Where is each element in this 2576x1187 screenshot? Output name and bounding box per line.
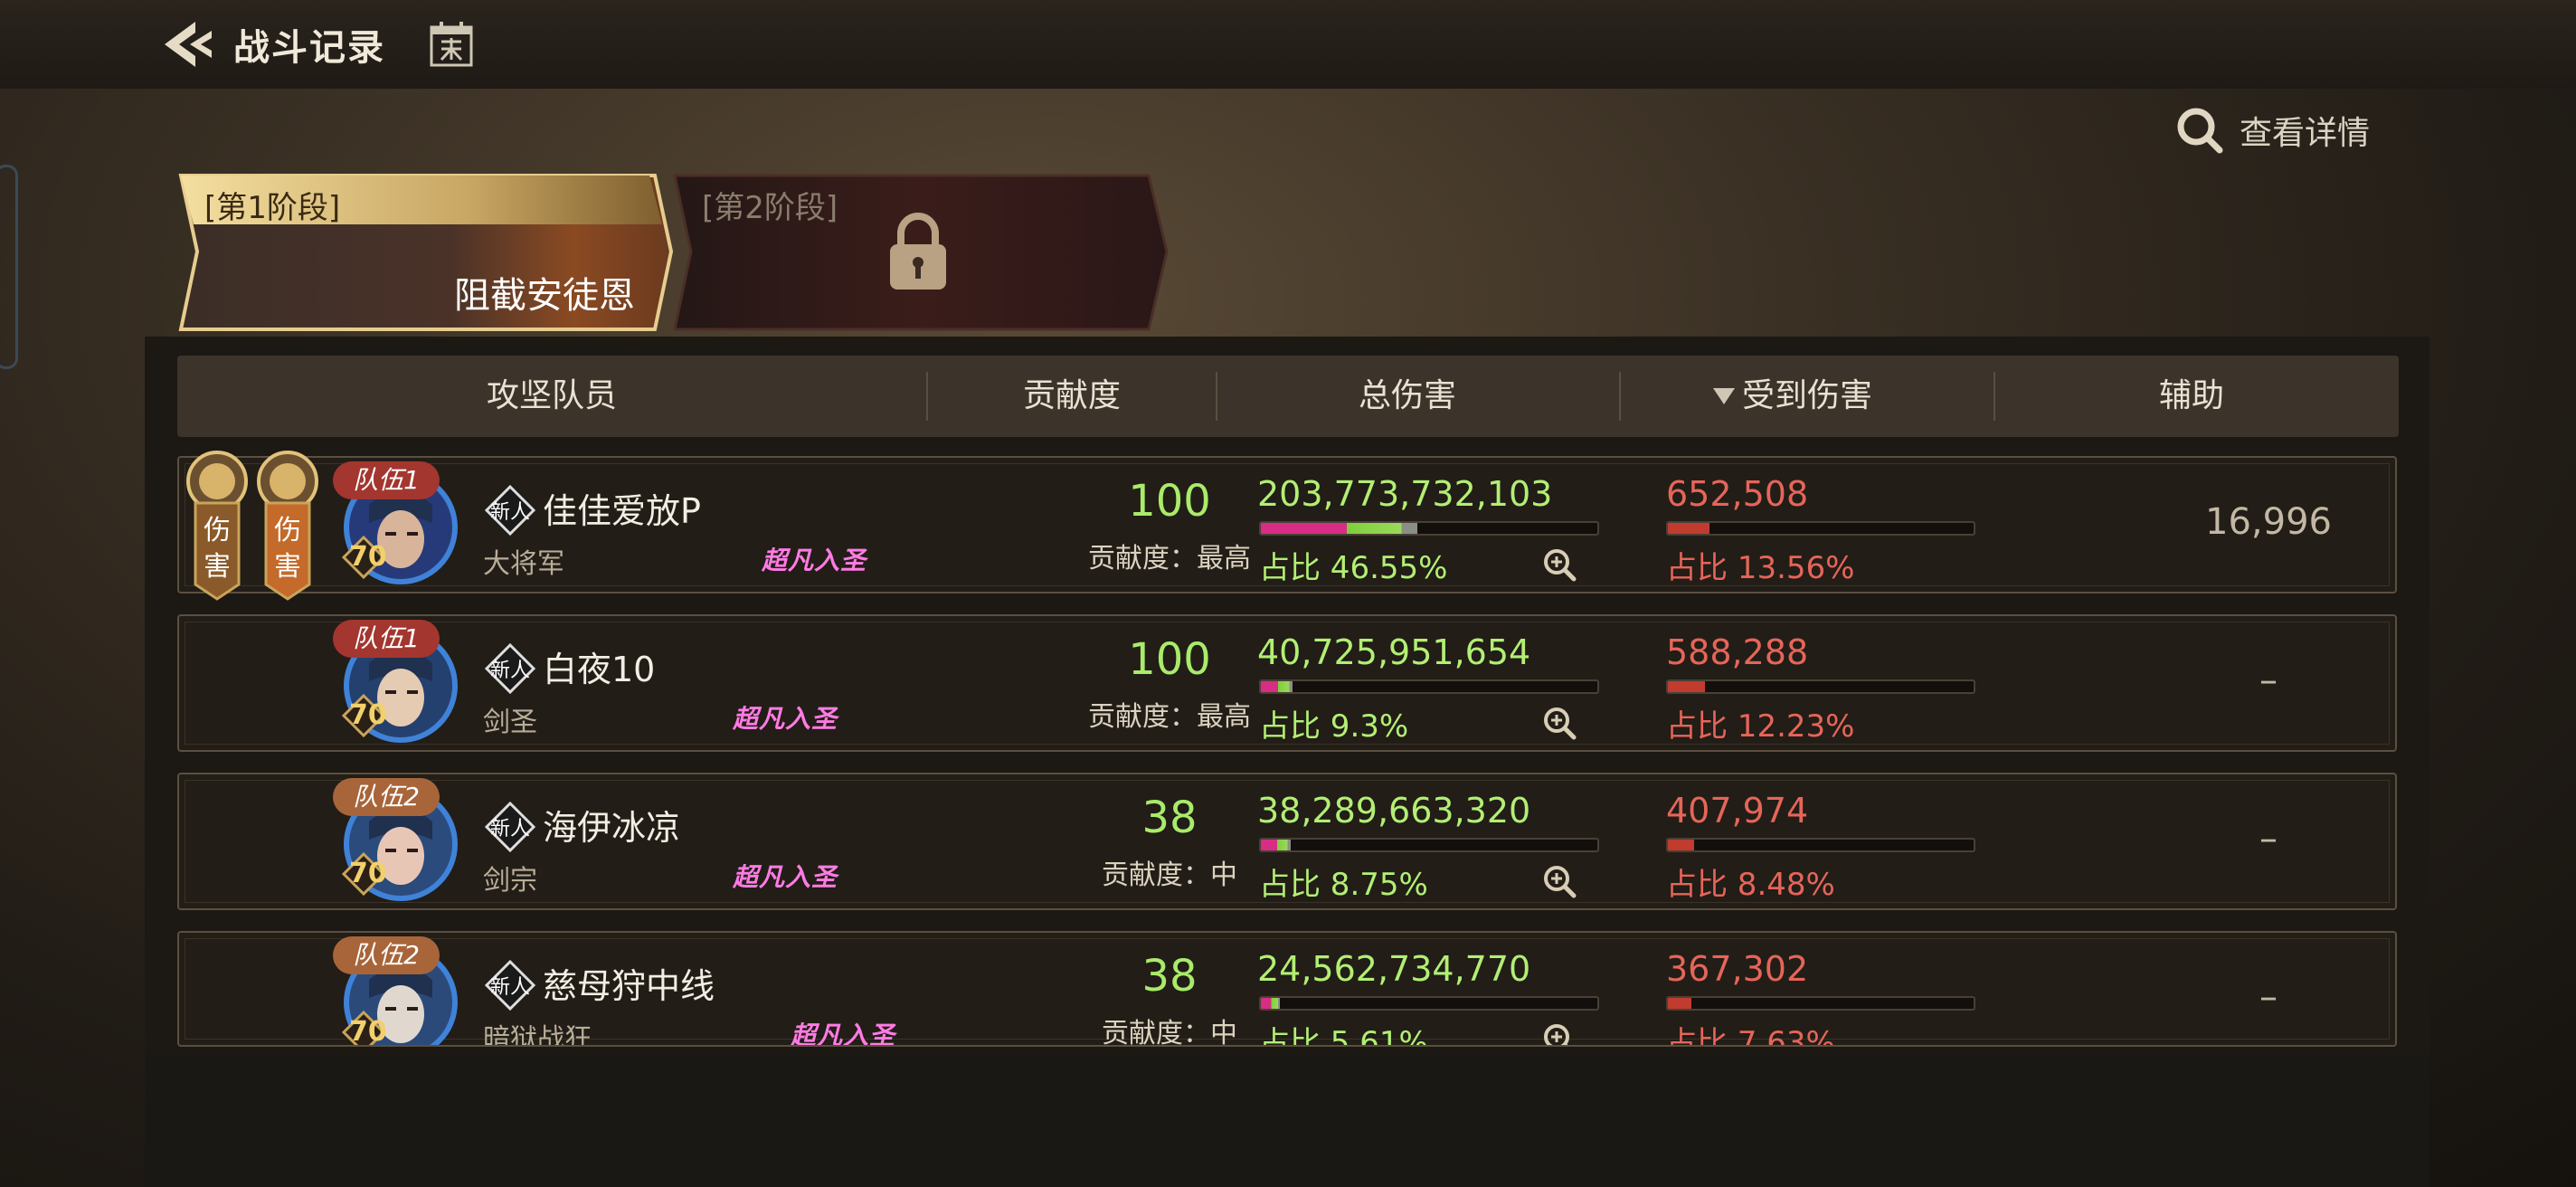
col-assist[interactable]: 辅助	[1995, 356, 2388, 437]
search-icon	[2177, 108, 2223, 154]
stage-1-label: [第1阶段]	[204, 190, 341, 226]
player-class: 剑圣	[483, 707, 537, 738]
side-panel-handle[interactable]	[0, 165, 18, 369]
table-row[interactable]: 队伍2 70 新人 海伊冰凉 剑宗 超凡入圣 38 贡献度：中 38,289,663,320…	[177, 773, 2397, 910]
table-row[interactable]: 队伍2 70 新人 慈母狩中线 暗狱战狂 超凡入圣 38 贡献度：中 24,562,734,…	[177, 931, 2397, 1047]
svg-text:新人: 新人	[490, 976, 530, 999]
damage-medal-icon: 伤 害	[186, 451, 248, 601]
tab-stage-1[interactable]: [第1阶段] 阻截安徒恩	[177, 172, 673, 333]
col-received-damage[interactable]: 受到伤害	[1621, 356, 1994, 437]
player-level: 70	[349, 699, 387, 731]
back-arrow-icon[interactable]	[159, 16, 217, 72]
svg-text:新人: 新人	[490, 501, 530, 524]
stage-2-label: [第2阶段]	[702, 190, 838, 226]
table-row[interactable]: 伤 害 伤 害 队伍1 70 新人 佳佳爱放P 大将军 超凡入圣 100 贡献度：最高 20…	[177, 451, 2397, 601]
player-name[interactable]: 白夜10	[543, 641, 655, 691]
medal-label: 伤	[204, 515, 231, 546]
damage-share-bar	[1259, 838, 1599, 852]
player-title: 超凡入圣	[733, 862, 838, 892]
svg-text:新人: 新人	[490, 818, 530, 840]
zoom-in-icon[interactable]	[1541, 1021, 1577, 1047]
player-class: 剑宗	[483, 865, 537, 897]
col-total-damage[interactable]: 总伤害	[1217, 356, 1597, 437]
player-name[interactable]: 海伊冰凉	[543, 800, 680, 850]
received-share-bar	[1666, 838, 1975, 852]
received-damage-value: 652,508	[1666, 474, 1809, 514]
medal-label: 伤	[274, 515, 301, 546]
new-player-icon: 新人	[485, 960, 535, 1011]
received-share-pct: 占比 8.48%	[1666, 867, 1835, 903]
player-level: 70	[349, 858, 387, 889]
player-level: 70	[349, 541, 387, 573]
player-class: 暗狱战狂	[483, 1023, 592, 1047]
received-share-pct: 占比 12.23%	[1666, 708, 1855, 745]
calendar-icon[interactable]	[429, 20, 474, 69]
zoom-in-icon[interactable]	[1541, 546, 1577, 583]
damage-medal-icon: 伤 害	[257, 451, 318, 601]
player-title: 超凡入圣	[762, 546, 867, 575]
assist-value: –	[2259, 660, 2278, 701]
damage-share-pct: 占比 9.3%	[1259, 708, 1409, 745]
page-title: 战斗记录	[233, 27, 385, 69]
new-player-icon: 新人	[485, 485, 535, 536]
zoom-in-icon[interactable]	[1541, 863, 1577, 899]
damage-share-bar	[1259, 679, 1599, 694]
damage-share-pct: 占比 5.61%	[1259, 1025, 1428, 1047]
lock-icon	[890, 213, 946, 290]
received-damage-value: 407,974	[1666, 791, 1809, 831]
received-share-bar	[1666, 521, 1975, 536]
medal-label: 害	[204, 551, 231, 583]
view-details-link[interactable]: 查看详情	[2174, 101, 2370, 159]
zoom-in-icon[interactable]	[1541, 705, 1577, 741]
team-badge: 队伍2	[333, 778, 440, 816]
damage-share-pct: 占比 46.55%	[1259, 550, 1448, 586]
total-damage-value: 38,289,663,320	[1257, 791, 1531, 831]
total-damage-value: 24,562,734,770	[1257, 949, 1531, 989]
new-player-icon: 新人	[485, 643, 535, 694]
team-badge: 队伍1	[333, 461, 440, 499]
assist-value: 16,996	[2205, 501, 2332, 543]
damage-share-pct: 占比 8.75%	[1259, 867, 1428, 903]
player-title: 超凡入圣	[733, 704, 838, 734]
received-share-bar	[1666, 996, 1975, 1011]
assist-value: –	[2259, 976, 2278, 1018]
damage-share-bar	[1259, 996, 1599, 1011]
svg-text:新人: 新人	[490, 660, 530, 682]
view-details-label: 查看详情	[2240, 115, 2371, 152]
top-bar	[0, 0, 2576, 89]
total-damage-value: 40,725,951,654	[1257, 632, 1531, 672]
stage-1-name: 阻截安徒恩	[454, 275, 635, 317]
received-share-pct: 占比 13.56%	[1666, 550, 1855, 586]
col-member[interactable]: 攻坚队员	[177, 356, 926, 437]
received-damage-value: 367,302	[1666, 949, 1809, 989]
received-share-pct: 占比 7.63%	[1666, 1025, 1835, 1047]
player-name[interactable]: 慈母狩中线	[543, 958, 715, 1008]
tab-stage-2[interactable]: [第2阶段]	[671, 172, 1170, 333]
player-level: 70	[349, 1016, 387, 1047]
team-badge: 队伍1	[333, 620, 440, 658]
player-class: 大将军	[483, 548, 564, 580]
player-title: 超凡入圣	[791, 1021, 896, 1047]
team-badge: 队伍2	[333, 936, 440, 974]
damage-share-bar	[1259, 521, 1599, 536]
received-share-bar	[1666, 679, 1975, 694]
col-contribution[interactable]: 贡献度	[928, 356, 1216, 437]
received-damage-value: 588,288	[1666, 632, 1809, 672]
table-header: 攻坚队员 贡献度 总伤害 受到伤害 辅助	[177, 356, 2399, 437]
total-damage-value: 203,773,732,103	[1257, 474, 1553, 514]
new-player-icon: 新人	[485, 802, 535, 852]
panel-footer	[145, 1055, 2429, 1187]
table-row[interactable]: 队伍1 70 新人 白夜10 剑圣 超凡入圣 100 贡献度：最高 40,725,951,6…	[177, 614, 2397, 752]
medal-label: 害	[274, 551, 301, 583]
player-name[interactable]: 佳佳爱放P	[543, 483, 701, 533]
assist-value: –	[2259, 818, 2278, 859]
